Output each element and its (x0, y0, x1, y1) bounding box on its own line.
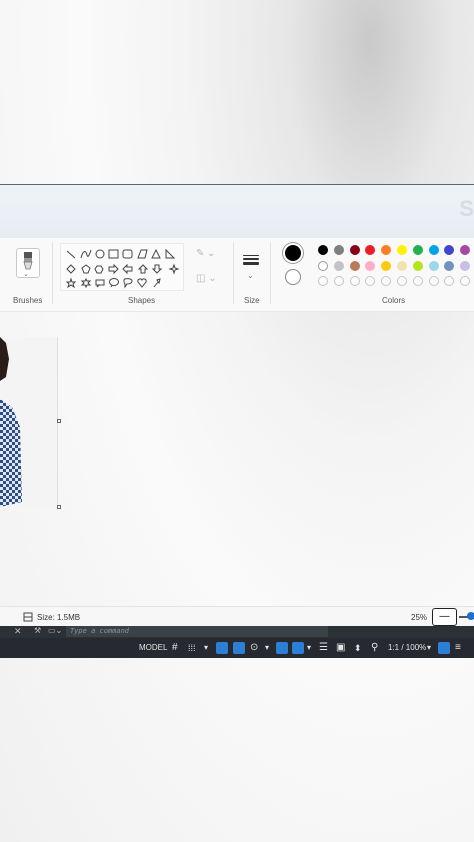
close-icon[interactable]: ✕ (14, 626, 22, 637)
snap-icon[interactable]: ⁞⁞⁞ (188, 641, 196, 655)
color-swatch[interactable] (381, 245, 392, 255)
ribbon-toolbar: ⌄ Brushes Shapes ✎ ⌄ ◫ ⌄ ⌄ Size Colors (0, 238, 474, 312)
infer-constraints-icon[interactable] (216, 642, 228, 654)
photo-image (0, 337, 58, 507)
shapes-label: Shapes (128, 296, 156, 305)
color-swatch[interactable] (397, 276, 407, 286)
color-swatch[interactable] (460, 245, 471, 255)
color-swatch[interactable] (365, 260, 376, 271)
fill-icon[interactable]: ◫ ⌄ (196, 273, 217, 284)
resize-handle[interactable] (57, 505, 61, 509)
divider (270, 242, 271, 304)
color-swatch[interactable] (381, 276, 392, 286)
blurred-background-bottom (0, 658, 474, 842)
cad-status-bar: MODEL # ⁞⁞⁞ ▾ ⊙ ▾ ▾ ☰ ▣ ⬍ ⚲ 1:1 / 100% ▾… (0, 638, 474, 658)
color-swatch[interactable] (444, 260, 455, 271)
color-swatch[interactable] (333, 276, 344, 286)
color-swatch[interactable] (365, 276, 376, 286)
annotation-scale-icon[interactable]: ⚲ (371, 641, 378, 655)
color-swatch[interactable] (397, 260, 407, 271)
color-swatch[interactable] (412, 260, 423, 271)
shapes-grid-icons[interactable] (61, 244, 185, 292)
workspace-icon[interactable] (438, 642, 450, 654)
divider (233, 242, 234, 304)
divider (52, 242, 53, 304)
size-chevron-icon[interactable]: ⌄ (247, 271, 254, 280)
title-bar (0, 185, 474, 238)
color-swatch[interactable] (349, 245, 360, 255)
lineweight-icon[interactable]: ☰ (319, 641, 328, 655)
object-snap-icon[interactable] (292, 642, 304, 654)
model-space-button[interactable]: MODEL (139, 641, 167, 655)
color2-indicator[interactable] (285, 269, 301, 285)
command-prompt-icon[interactable]: ▭⌄ (48, 626, 62, 635)
ortho-icon[interactable] (233, 642, 245, 654)
color-swatch[interactable] (444, 276, 455, 286)
blurred-background-top (0, 0, 474, 184)
brushes-label: Brushes (13, 296, 43, 305)
color-swatch[interactable] (318, 276, 328, 286)
color-swatch[interactable] (444, 245, 455, 255)
selection-cycling-icon[interactable]: ⬍ (354, 641, 362, 655)
color1-indicator[interactable] (285, 245, 301, 261)
colors-label: Colors (382, 296, 406, 305)
color-swatch[interactable] (428, 260, 439, 271)
color-swatch[interactable] (318, 260, 328, 271)
zoom-slider-thumb[interactable] (467, 612, 474, 620)
person-photo-icon (0, 337, 22, 507)
color-swatch[interactable] (428, 245, 439, 255)
wrench-icon[interactable]: ⚒ (34, 626, 41, 635)
shapes-gallery (60, 243, 184, 291)
zoom-out-button[interactable]: — (432, 608, 457, 626)
grid-icon[interactable]: # (172, 641, 178, 655)
window-title-fragment: Sl (459, 196, 474, 221)
command-input[interactable]: Type a command (66, 626, 328, 637)
polar-dropdown-icon[interactable]: ▾ (265, 641, 269, 655)
polar-icon[interactable]: ⊙ (250, 641, 258, 655)
color-swatch[interactable] (318, 245, 328, 255)
color-swatch[interactable] (349, 276, 360, 286)
drawing-canvas[interactable] (0, 312, 474, 606)
isodraft-icon[interactable] (276, 642, 288, 654)
size-icon[interactable] (243, 255, 259, 267)
scale-dropdown[interactable]: 1:1 / 100% (388, 641, 426, 655)
brushes-chevron-icon[interactable]: ⌄ (23, 270, 29, 278)
file-size-icon (23, 612, 33, 622)
outline-icon[interactable]: ✎ ⌄ (196, 248, 216, 259)
color-swatch[interactable] (460, 276, 471, 286)
transparency-icon[interactable]: ▣ (336, 641, 345, 655)
paintbrush-icon (23, 252, 33, 270)
color-swatch[interactable] (428, 276, 439, 286)
zoom-percent-text: 25% (411, 613, 428, 622)
resize-handle[interactable] (57, 419, 61, 423)
color-swatch[interactable] (349, 260, 360, 271)
color-swatch[interactable] (412, 276, 423, 286)
color-swatch[interactable] (333, 260, 344, 271)
customize-icon[interactable]: ≡ (455, 641, 461, 655)
scale-dropdown-icon[interactable]: ▾ (427, 641, 431, 655)
color-swatch[interactable] (412, 245, 423, 255)
osnap-dropdown-icon[interactable]: ▾ (307, 641, 311, 655)
color-swatch[interactable] (460, 260, 471, 271)
color-swatch[interactable] (397, 245, 407, 255)
color-swatch[interactable] (365, 245, 376, 255)
color-swatch[interactable] (381, 260, 392, 271)
color-swatch[interactable] (333, 245, 344, 255)
snap-dropdown-icon[interactable]: ▾ (204, 641, 208, 655)
size-label: Size (244, 296, 260, 305)
file-size-text: Size: 1.5MB (37, 613, 81, 622)
status-bar: Size: 1.5MB 25% — (0, 606, 474, 626)
